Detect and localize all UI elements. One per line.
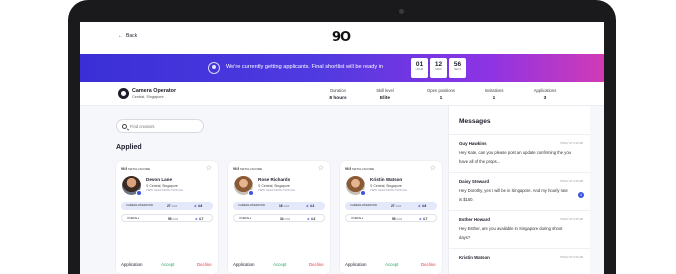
unread-count-badge: 4 xyxy=(578,192,584,198)
overall-rating-row: OVERALL 59 GIGS 4.7 xyxy=(345,214,437,222)
message-time: TODAY AT 9:30 AM xyxy=(559,180,583,183)
application-link[interactable]: Application xyxy=(121,262,142,267)
camera-aperture-icon xyxy=(118,88,129,99)
overall-rating-row: OVERALL 59 GIGS 4.7 xyxy=(121,214,213,222)
timer-seconds: 56 SECS xyxy=(449,58,466,78)
app-logo[interactable]: 9O xyxy=(332,30,351,45)
job-summary-bar: Camera Operator Central, Singapore Durat… xyxy=(80,82,604,106)
accept-button[interactable]: Accept xyxy=(161,262,174,267)
applicant-card[interactable]: 99.5 MATCH SCORE ☆ Kristin Watson ⚲ Cent… xyxy=(340,161,442,274)
message-item[interactable]: Daisy Steward TODAY AT 9:30 AM Hey Dorot… xyxy=(449,172,591,210)
verified-badge-icon xyxy=(248,190,254,196)
decline-button[interactable]: Decline xyxy=(197,262,212,267)
group-icon xyxy=(208,62,220,74)
banner-text: We're currently getting applicants. Fina… xyxy=(226,64,384,70)
role-rating-row: CAMERA OPERATOR 27 GIGS 4.6 xyxy=(121,202,213,210)
applicant-name: Kristin Watson xyxy=(370,177,403,182)
messages-title: Messages xyxy=(459,118,491,125)
message-item[interactable]: Kristin Watson TODAY AT 9:30 AM xyxy=(449,248,591,274)
message-sender: Esther Howard xyxy=(459,217,490,222)
stat-open-positions: Open positions 1 xyxy=(427,88,455,101)
role-rating-row: CAMERA OPERATOR 27 GIGS 4.6 xyxy=(345,202,437,210)
search-icon xyxy=(122,123,127,129)
timer-minutes: 12 MINS xyxy=(430,58,447,78)
verified-badge-icon xyxy=(360,190,366,196)
message-preview: Hey Esther, are you available in Singapo… xyxy=(459,226,563,240)
messages-panel: Messages Guy Hawkins TODAY AT 9:30 AM He… xyxy=(448,106,591,274)
message-preview: Hey Kate, can you please post an update … xyxy=(459,150,571,164)
applicant-location: ⚲ Central, Singapore xyxy=(370,184,402,188)
search-box[interactable] xyxy=(116,119,204,133)
view-gear-link[interactable]: VIEW GEAR FROM THIS GIG xyxy=(258,189,295,192)
applicant-name: Devon Lane xyxy=(146,177,173,182)
countdown-timer: 01 HOUR 12 MINS 56 SECS xyxy=(411,58,466,78)
message-preview: Hey Dorothy, yes I will be in Singapore.… xyxy=(459,188,568,202)
match-score: 99.5 MATCH SCORE xyxy=(233,167,263,171)
decline-button[interactable]: Decline xyxy=(421,262,436,267)
back-button[interactable]: ← Back xyxy=(118,33,137,39)
search-input[interactable] xyxy=(130,123,200,129)
star-icon[interactable]: ☆ xyxy=(430,164,436,172)
accept-button[interactable]: Accept xyxy=(273,262,286,267)
verified-badge-icon xyxy=(136,190,142,196)
message-time: TODAY AT 9:30 AM xyxy=(559,218,583,221)
match-score: 99.5 MATCH SCORE xyxy=(345,167,375,171)
stat-applications: Applications 3 xyxy=(533,88,557,101)
applicant-name: Rose Richards xyxy=(258,177,291,182)
job-location: Central, Singapore xyxy=(132,95,164,99)
applicant-card[interactable]: 99.5 MATCH SCORE ☆ Devon Lane ⚲ Central,… xyxy=(116,161,218,274)
star-icon[interactable]: ☆ xyxy=(318,164,324,172)
status-banner: We're currently getting applicants. Fina… xyxy=(80,54,604,82)
message-time: TODAY AT 9:30 AM xyxy=(559,256,583,259)
application-link[interactable]: Application xyxy=(345,262,366,267)
message-sender: Guy Hawkins xyxy=(459,141,487,146)
message-time: TODAY AT 9:30 AM xyxy=(559,142,583,145)
timer-hours: 01 HOUR xyxy=(411,58,428,78)
match-score: 99.5 MATCH SCORE xyxy=(121,167,151,171)
back-label: Back xyxy=(126,33,138,39)
view-gear-link[interactable]: VIEW GEAR FROM THIS GIG xyxy=(146,189,183,192)
stat-skill-level: Skill level Elite xyxy=(376,88,394,101)
applicant-card[interactable]: 99.5 MATCH SCORE ☆ Rose Richards ⚲ Centr… xyxy=(228,161,330,274)
message-sender: Kristin Watson xyxy=(459,255,490,260)
message-item[interactable]: Esther Howard TODAY AT 9:30 AM Hey Esthe… xyxy=(449,210,591,248)
applicant-location: ⚲ Central, Singapore xyxy=(258,184,290,188)
section-title-applied: Applied xyxy=(116,144,142,151)
application-link[interactable]: Application xyxy=(233,262,254,267)
job-title: Camera Operator xyxy=(132,88,177,94)
camera-dot xyxy=(399,9,404,14)
star-icon[interactable]: ☆ xyxy=(206,164,212,172)
decline-button[interactable]: Decline xyxy=(309,262,324,267)
arrow-left-icon: ← xyxy=(118,33,123,39)
role-rating-row: CAMERA OPERATOR 16 GIGS 4.3 xyxy=(233,202,325,210)
applicants-panel: Applied 99.5 MATCH SCORE ☆ Devon Lane ⚲ … xyxy=(80,106,442,274)
top-bar: ← Back 9O xyxy=(80,22,604,54)
applicant-location: ⚲ Central, Singapore xyxy=(146,184,178,188)
accept-button[interactable]: Accept xyxy=(385,262,398,267)
view-gear-link[interactable]: VIEW GEAR FROM THIS GIG xyxy=(370,189,407,192)
overall-rating-row: OVERALL 34 GIGS 4.3 xyxy=(233,214,325,222)
message-item[interactable]: Guy Hawkins TODAY AT 9:30 AM Hey Kate, c… xyxy=(449,134,591,172)
app-screen: ← Back 9O We're currently getting applic… xyxy=(80,22,604,274)
message-sender: Daisy Steward xyxy=(459,179,490,184)
